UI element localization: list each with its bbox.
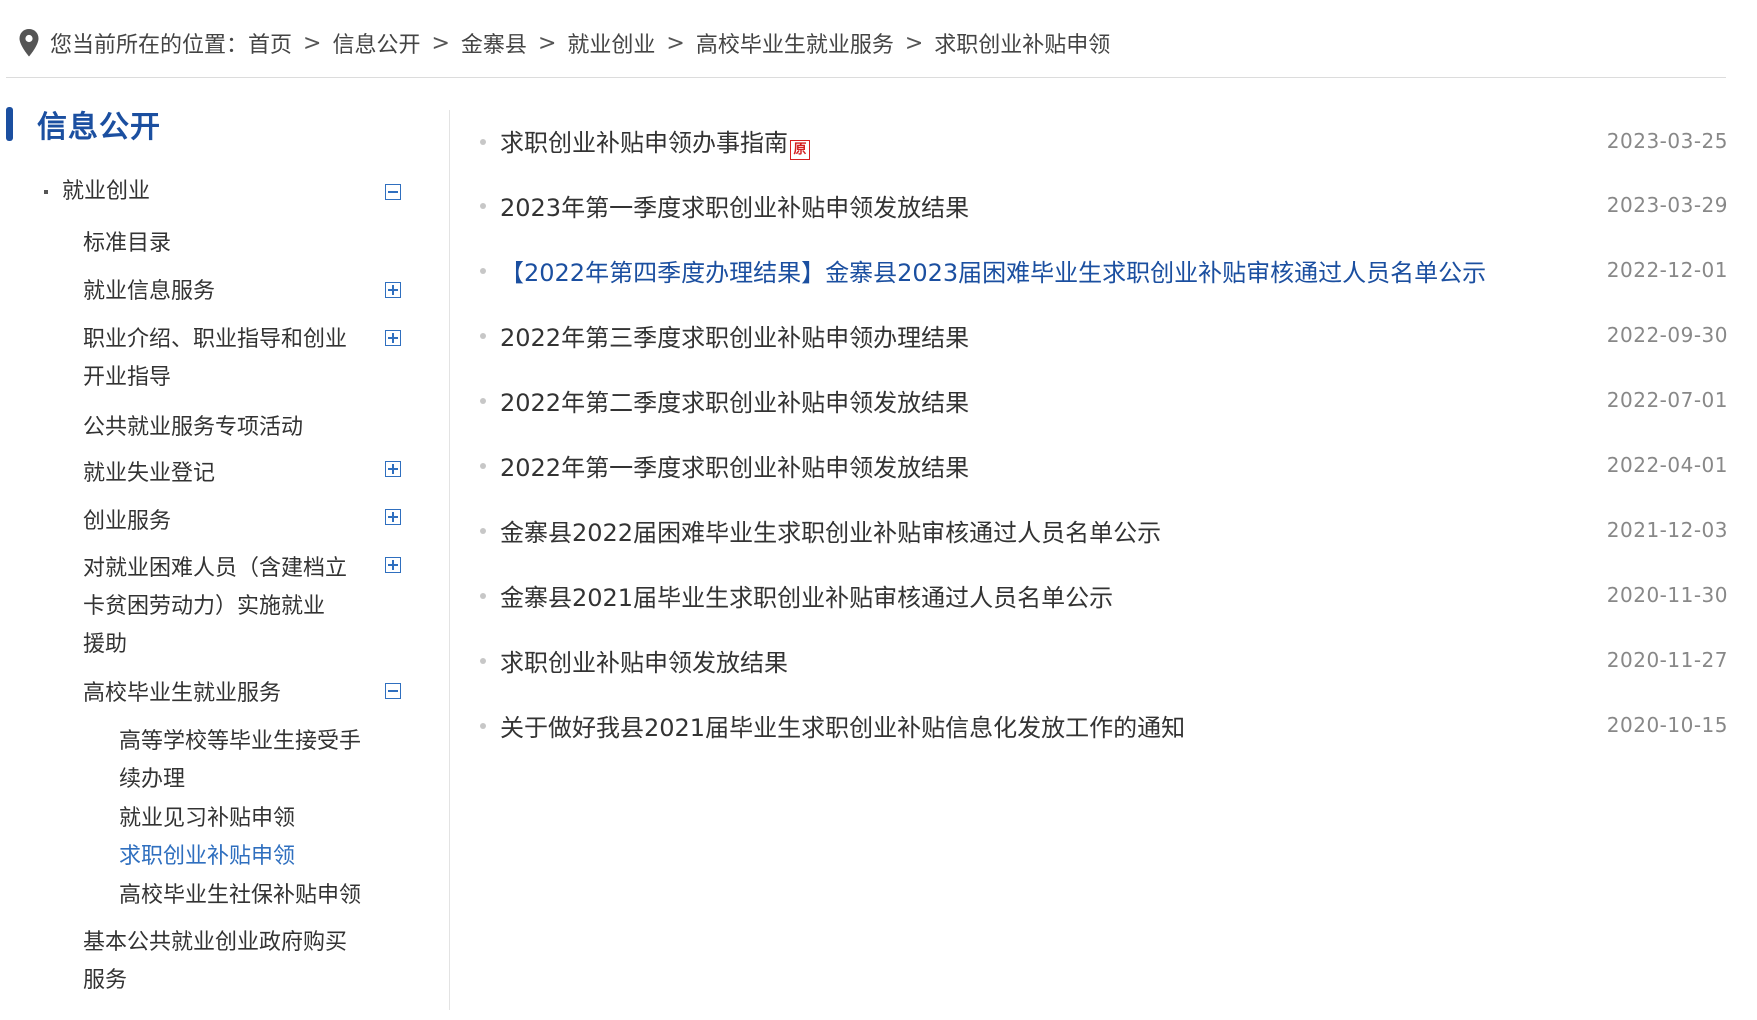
breadcrumb-county-link[interactable]: 金寨县 [461, 27, 527, 59]
sidebar-item-label-line: 开业指导 [83, 365, 172, 390]
bullet-icon [480, 593, 486, 599]
sidebar-subitem-internship-subsidy[interactable]: 就业见习补贴申领 [119, 800, 381, 838]
list-item: 2023年第一季度求职创业补贴申领发放结果 2023-03-29 [470, 185, 1728, 225]
breadcrumb-prefix: 您当前所在的位置： [50, 33, 249, 58]
sidebar-item-label-line: 高等学校等毕业生接受手 [119, 729, 362, 754]
article-date: 2020-10-15 [1606, 713, 1728, 737]
bullet-icon [480, 398, 486, 404]
list-item: 金寨县2022届困难毕业生求职创业补贴审核通过人员名单公示 2021-12-03 [470, 510, 1728, 550]
article-link[interactable]: 金寨县2021届毕业生求职创业补贴审核通过人员名单公示 [500, 578, 1113, 613]
sidebar-item-standard-catalog[interactable]: 标准目录 [83, 225, 363, 263]
bullet-icon [480, 658, 486, 664]
header-divider [6, 77, 1726, 78]
collapse-icon[interactable] [385, 184, 401, 200]
sidebar-item-label-line: 援助 [83, 632, 128, 657]
list-item: 2022年第一季度求职创业补贴申领发放结果 2022-04-01 [470, 445, 1728, 485]
article-date: 2022-12-01 [1606, 258, 1728, 282]
article-date: 2022-07-01 [1606, 388, 1728, 412]
sidebar-subitem-job-subsidy[interactable]: 求职创业补贴申领 [119, 838, 381, 876]
list-item: 求职创业补贴申领办事指南原 2023-03-25 [470, 121, 1728, 161]
article-link[interactable]: 2022年第三季度求职创业补贴申领办理结果 [500, 318, 969, 353]
sidebar-item-gov-procurement[interactable]: 基本公共就业创业政府购买 服务 [83, 924, 363, 1000]
article-date: 2023-03-29 [1606, 193, 1728, 217]
article-link[interactable]: 求职创业补贴申领发放结果 [500, 643, 788, 678]
sidebar-item-career-guidance[interactable]: 职业介绍、职业指导和创业 开业指导 [83, 321, 363, 397]
expand-icon[interactable] [385, 282, 401, 298]
list-item: 金寨县2021届毕业生求职创业补贴审核通过人员名单公示 2020-11-30 [470, 575, 1728, 615]
list-item: 求职创业补贴申领发放结果 2020-11-27 [470, 640, 1728, 680]
breadcrumb-employment-link[interactable]: 就业创业 [567, 27, 655, 59]
expand-icon[interactable] [385, 330, 401, 346]
article-link[interactable]: 【2022年第四季度办理结果】金寨县2023届困难毕业生求职创业补贴审核通过人员… [500, 253, 1486, 288]
list-item: 关于做好我县2021届毕业生求职创业补贴信息化发放工作的通知 2020-10-1… [470, 705, 1728, 745]
article-link[interactable]: 2023年第一季度求职创业补贴申领发放结果 [500, 188, 969, 223]
breadcrumb-home-link[interactable]: 首页 [248, 27, 292, 59]
sidebar-item-assistance[interactable]: 对就业困难人员（含建档立 卡贫困劳动力）实施就业 援助 [83, 550, 363, 664]
bullet-icon [44, 190, 48, 194]
expand-icon[interactable] [385, 461, 401, 477]
sidebar-subitem-social-security-subsidy[interactable]: 高校毕业生社保补贴申领 [119, 877, 381, 915]
sidebar-item-entrepreneurship[interactable]: 创业服务 [83, 503, 363, 541]
article-date: 2020-11-27 [1606, 648, 1728, 672]
article-title: 求职创业补贴申领办事指南 [500, 128, 788, 157]
article-link[interactable]: 关于做好我县2021届毕业生求职创业补贴信息化发放工作的通知 [500, 708, 1185, 743]
article-date: 2023-03-25 [1606, 129, 1728, 153]
article-date: 2022-09-30 [1606, 323, 1728, 347]
bullet-icon [480, 268, 486, 274]
bullet-icon [480, 528, 486, 534]
sidebar-title: 信息公开 [37, 110, 161, 145]
collapse-icon[interactable] [385, 683, 401, 699]
breadcrumb: 您当前所在的位置： 首页 > 信息公开 > 金寨县 > 就业创业 > 高校毕业生… [14, 14, 1724, 72]
sidebar-item-public-activities[interactable]: 公共就业服务专项活动 [83, 409, 363, 447]
sidebar-header-accent [6, 107, 13, 141]
list-item: 2022年第二季度求职创业补贴申领发放结果 2022-07-01 [470, 380, 1728, 420]
sidebar-item-label-line: 职业介绍、职业指导和创业 [83, 327, 348, 352]
sidebar-subitem-procedures[interactable]: 高等学校等毕业生接受手 续办理 [119, 723, 381, 799]
location-pin-icon [19, 29, 39, 57]
sidebar-header: 信息公开 [6, 104, 161, 145]
list-item: 2022年第三季度求职创业补贴申领办理结果 2022-09-30 [470, 315, 1728, 355]
original-badge-icon: 原 [790, 139, 810, 160]
sidebar-item-label-line: 基本公共就业创业政府购买 [83, 930, 348, 955]
article-date: 2021-12-03 [1606, 518, 1728, 542]
sidebar-item-label-line: 服务 [83, 968, 128, 993]
article-date: 2022-04-01 [1606, 453, 1728, 477]
sidebar-item-graduate-services[interactable]: 高校毕业生就业服务 [83, 675, 363, 713]
column-divider [449, 110, 450, 1010]
list-item: 【2022年第四季度办理结果】金寨县2023届困难毕业生求职创业补贴审核通过人员… [470, 250, 1728, 290]
breadcrumb-separator: > [666, 30, 685, 56]
breadcrumb-current-link[interactable]: 求职创业补贴申领 [934, 27, 1110, 59]
bullet-icon [480, 333, 486, 339]
article-date: 2020-11-30 [1606, 583, 1728, 607]
breadcrumb-info-public-link[interactable]: 信息公开 [332, 27, 420, 59]
breadcrumb-separator: > [431, 30, 450, 56]
article-link[interactable]: 2022年第二季度求职创业补贴申领发放结果 [500, 383, 969, 418]
breadcrumb-separator: > [303, 30, 322, 56]
expand-icon[interactable] [385, 557, 401, 573]
article-link[interactable]: 2022年第一季度求职创业补贴申领发放结果 [500, 448, 969, 483]
sidebar-item-label-line: 续办理 [119, 767, 186, 792]
expand-icon[interactable] [385, 509, 401, 525]
bullet-icon [480, 203, 486, 209]
breadcrumb-separator: > [537, 30, 557, 56]
sidebar-item-label-line: 卡贫困劳动力）实施就业 [83, 594, 326, 619]
breadcrumb-graduate-services-link[interactable]: 高校毕业生就业服务 [696, 27, 894, 59]
sidebar-item-employment-info[interactable]: 就业信息服务 [83, 273, 363, 311]
bullet-icon [480, 139, 486, 145]
breadcrumb-separator: > [904, 30, 924, 56]
article-link[interactable]: 求职创业补贴申领办事指南原 [500, 123, 810, 160]
sidebar-item-label-line: 对就业困难人员（含建档立 [83, 556, 348, 581]
sidebar-item-employment[interactable]: 就业创业 [62, 173, 150, 211]
bullet-icon [480, 723, 486, 729]
article-link[interactable]: 金寨县2022届困难毕业生求职创业补贴审核通过人员名单公示 [500, 513, 1161, 548]
sidebar-item-registration[interactable]: 就业失业登记 [83, 455, 363, 493]
bullet-icon [480, 463, 486, 469]
